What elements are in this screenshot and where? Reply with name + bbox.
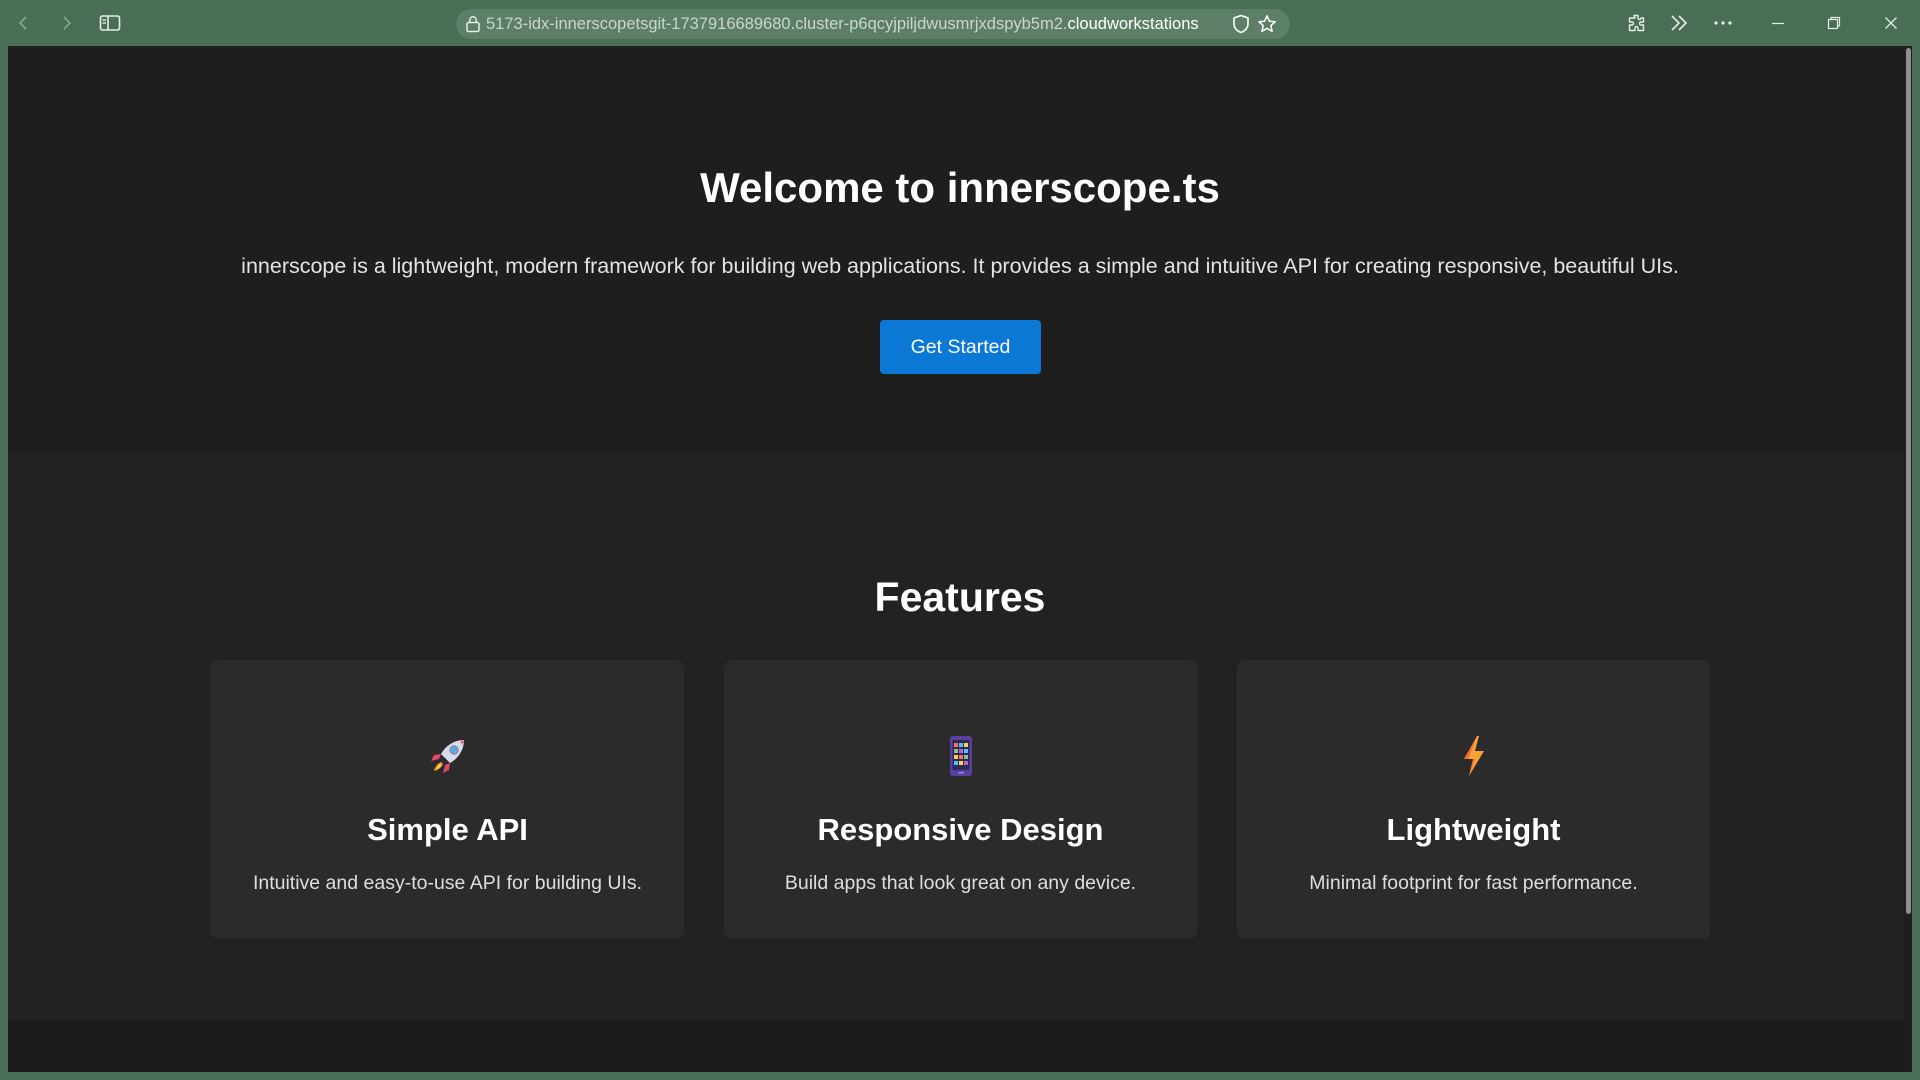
- lock-icon[interactable]: [458, 9, 488, 39]
- feature-description: Build apps that look great on any device…: [784, 872, 1137, 894]
- hero-title: Welcome to innerscope.ts: [700, 164, 1220, 211]
- url-prefix: 5173-idx-innerscopetsgit-1737916689680.c…: [486, 15, 1068, 33]
- browser-titlebar: 5173-idx-innerscopetsgit-1737916689680.c…: [0, 0, 1920, 46]
- rocket-icon: [211, 734, 684, 778]
- feature-title: Responsive Design: [817, 812, 1104, 847]
- url-text[interactable]: 5173-idx-innerscopetsgit-1737916689680.c…: [486, 9, 1210, 39]
- footer-band: [8, 1020, 1912, 1072]
- forward-icon[interactable]: [51, 8, 81, 38]
- feature-title: Lightweight: [1386, 812, 1561, 847]
- page-scrollbar[interactable]: [1904, 46, 1912, 1072]
- feature-description: Intuitive and easy-to-use API for buildi…: [252, 872, 643, 894]
- star-icon[interactable]: [1252, 9, 1282, 39]
- feature-card-responsive-design: Responsive Design Build apps that look g…: [724, 660, 1197, 939]
- extensions-icon[interactable]: [1621, 8, 1651, 38]
- scrollbar-thumb[interactable]: [1905, 48, 1911, 914]
- url-host: cloudworkstations: [1067, 15, 1199, 33]
- feature-card-simple-api: Simple API Intuitive and easy-to-use API…: [211, 660, 684, 939]
- feature-title: Simple API: [367, 812, 528, 847]
- feature-description: Minimal footprint for fast performance.: [1309, 872, 1638, 894]
- mobile-phone-icon: [724, 734, 1197, 778]
- page-viewport: Welcome to innerscope.ts innerscope is a…: [8, 46, 1912, 1072]
- hero-description: innerscope is a lightweight, modern fram…: [241, 254, 1679, 278]
- hero-section: Welcome to innerscope.ts innerscope is a…: [8, 46, 1912, 454]
- get-started-button[interactable]: Get Started: [880, 320, 1041, 374]
- lightning-icon: [1237, 734, 1710, 778]
- restore-icon[interactable]: [1819, 8, 1849, 38]
- more-tools-icon[interactable]: [1664, 8, 1694, 38]
- features-section: Features Simple API Intuitive and easy-t…: [8, 454, 1912, 1066]
- back-icon[interactable]: [9, 8, 39, 38]
- minimize-icon[interactable]: [1763, 8, 1793, 38]
- features-heading: Features: [874, 574, 1046, 620]
- address-bar[interactable]: 5173-idx-innerscopetsgit-1737916689680.c…: [456, 9, 1290, 39]
- close-icon[interactable]: [1876, 8, 1906, 38]
- feature-card-lightweight: Lightweight Minimal footprint for fast p…: [1237, 660, 1710, 939]
- sidebar-icon[interactable]: [95, 8, 125, 38]
- menu-icon[interactable]: [1708, 8, 1738, 38]
